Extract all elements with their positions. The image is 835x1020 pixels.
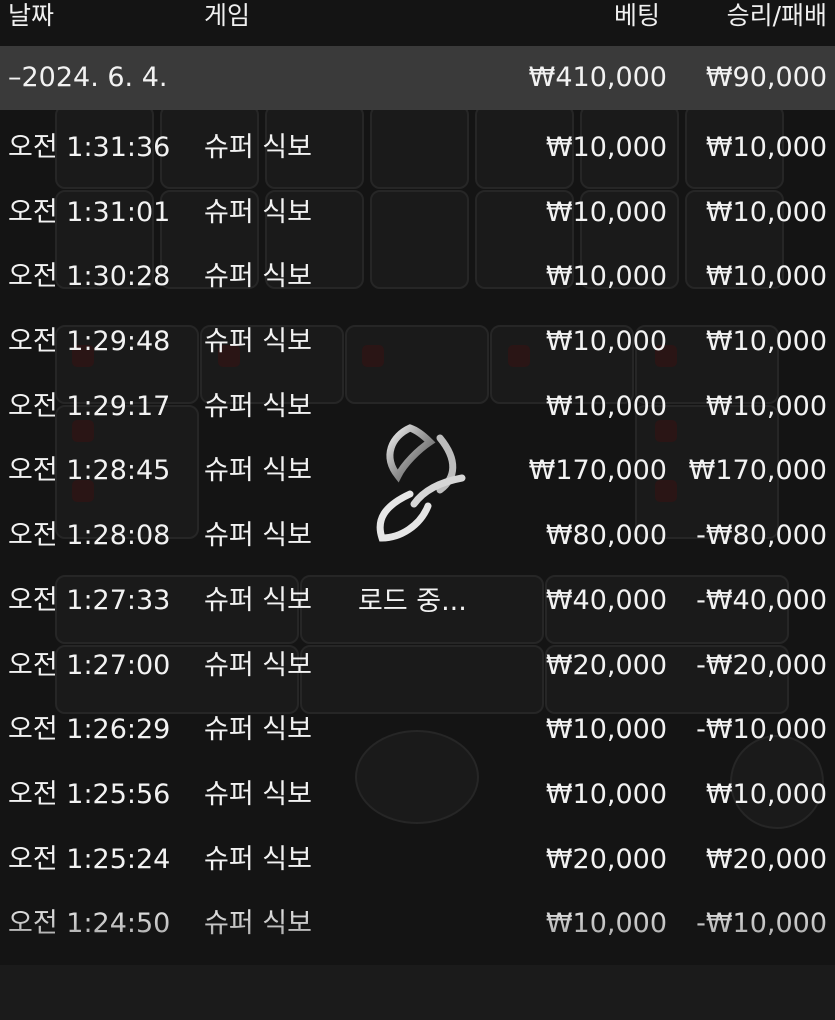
row-result: -₩20,000 [696, 649, 827, 681]
row-result: ₩10,000 [705, 778, 827, 810]
row-result: ₩10,000 [705, 261, 827, 293]
row-game: 슈퍼 식보 [204, 326, 312, 358]
row-bet: ₩10,000 [545, 196, 667, 228]
row-bet: ₩10,000 [545, 390, 667, 422]
history-header: 날짜 게임 베팅 승리/패배 [0, 0, 835, 44]
summary-date: –2024. 6. 4. [8, 62, 168, 93]
row-bet: ₩80,000 [545, 520, 667, 552]
row-time: 오전 1:30:28 [8, 261, 171, 293]
game-column-header[interactable]: 게임 [204, 0, 250, 32]
row-bet: ₩10,000 [545, 714, 667, 746]
row-game: 슈퍼 식보 [204, 520, 312, 552]
loading-text: 로드 중... [358, 586, 467, 617]
row-result: -₩40,000 [696, 584, 827, 616]
row-bet: ₩10,000 [545, 778, 667, 810]
row-time: 오전 1:26:29 [8, 714, 171, 746]
row-game: 슈퍼 식보 [204, 584, 312, 616]
history-row[interactable]: 오전 1:30:28 슈퍼 식보 ₩10,000 ₩10,000 [0, 247, 835, 312]
row-result: -₩10,000 [696, 908, 827, 940]
history-row[interactable]: 오전 1:26:29 슈퍼 식보 ₩10,000 -₩10,000 [0, 700, 835, 765]
row-time: 오전 1:24:50 [8, 908, 171, 940]
result-column-header[interactable]: 승리/패배 [727, 0, 827, 32]
row-result: -₩10,000 [696, 714, 827, 746]
history-row[interactable]: 오전 1:24:50 슈퍼 식보 ₩10,000 -₩10,000 [0, 894, 835, 959]
row-bet: ₩10,000 [545, 908, 667, 940]
row-time: 오전 1:29:48 [8, 326, 171, 358]
history-row[interactable]: 오전 1:31:01 슈퍼 식보 ₩10,000 ₩10,000 [0, 183, 835, 248]
row-result: ₩10,000 [705, 132, 827, 163]
row-time: 오전 1:28:45 [8, 455, 171, 487]
row-time: 오전 1:28:08 [8, 520, 171, 552]
row-time: 오전 1:31:01 [8, 196, 171, 228]
bet-column-header[interactable]: 베팅 [614, 0, 660, 32]
row-game: 슈퍼 식보 [204, 843, 312, 875]
row-game: 슈퍼 식보 [204, 908, 312, 940]
history-row[interactable]: 오전 1:29:48 슈퍼 식보 ₩10,000 ₩10,000 [0, 312, 835, 377]
history-row[interactable]: 오전 1:27:00 슈퍼 식보 ₩20,000 -₩20,000 [0, 636, 835, 701]
row-time: 오전 1:27:33 [8, 584, 171, 616]
loading-spinner-icon [370, 420, 466, 550]
row-time: 오전 1:27:00 [8, 649, 171, 681]
row-game: 슈퍼 식보 [204, 455, 312, 487]
history-row[interactable]: 오전 1:25:24 슈퍼 식보 ₩20,000 ₩20,000 [0, 830, 835, 895]
date-summary-row[interactable]: –2024. 6. 4. ₩410,000 ₩90,000 [0, 46, 835, 110]
row-bet: ₩20,000 [545, 843, 667, 875]
row-time: 오전 1:25:24 [8, 843, 171, 875]
row-result: -₩80,000 [696, 520, 827, 552]
history-row[interactable]: 오전 1:31:36 슈퍼 식보 ₩10,000 ₩10,000 [0, 118, 835, 183]
row-bet: ₩10,000 [545, 261, 667, 293]
row-result: ₩10,000 [705, 390, 827, 422]
row-time: 오전 1:25:56 [8, 778, 171, 810]
row-time: 오전 1:31:36 [8, 132, 171, 163]
row-result: ₩10,000 [705, 326, 827, 358]
row-game: 슈퍼 식보 [204, 261, 312, 293]
row-result: ₩10,000 [705, 196, 827, 228]
row-game: 슈퍼 식보 [204, 649, 312, 681]
history-row[interactable]: 오전 1:25:56 슈퍼 식보 ₩10,000 ₩10,000 [0, 765, 835, 830]
row-bet: ₩20,000 [545, 649, 667, 681]
row-time: 오전 1:29:17 [8, 390, 171, 422]
row-game: 슈퍼 식보 [204, 714, 312, 746]
row-result: ₩170,000 [688, 455, 827, 487]
row-result: ₩20,000 [705, 843, 827, 875]
row-bet: ₩170,000 [528, 455, 667, 487]
summary-total-result: ₩90,000 [705, 62, 827, 93]
row-game: 슈퍼 식보 [204, 132, 312, 163]
row-bet: ₩10,000 [545, 132, 667, 163]
row-game: 슈퍼 식보 [204, 390, 312, 422]
date-column-header[interactable]: 날짜 [8, 0, 54, 32]
row-bet: ₩40,000 [545, 584, 667, 616]
row-bet: ₩10,000 [545, 326, 667, 358]
summary-total-bet: ₩410,000 [528, 62, 667, 93]
row-game: 슈퍼 식보 [204, 778, 312, 810]
row-game: 슈퍼 식보 [204, 196, 312, 228]
